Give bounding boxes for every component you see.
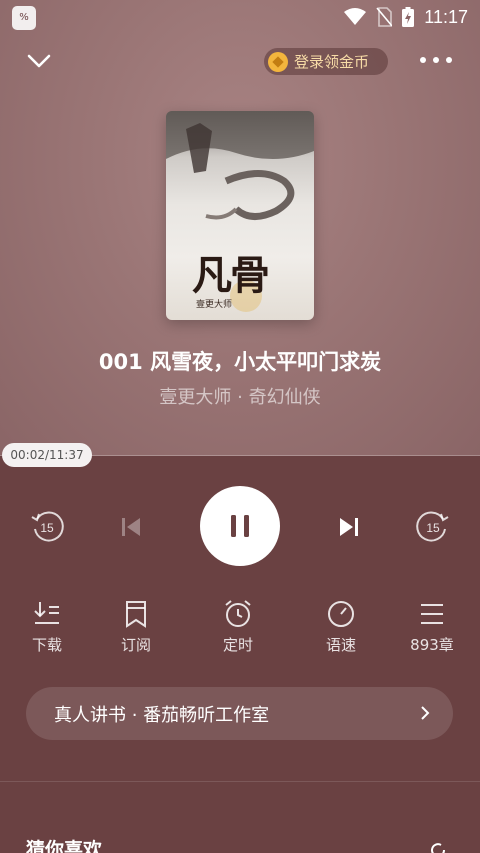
login-coins-button[interactable]: 登录领金币 bbox=[264, 48, 388, 75]
pause-icon bbox=[231, 515, 249, 537]
forward-seconds: 15 bbox=[426, 521, 440, 535]
app-notification-icon: % bbox=[12, 6, 36, 30]
more-options-icon[interactable] bbox=[420, 57, 452, 65]
chapter-count-label: 893章 bbox=[410, 636, 454, 654]
chapter-title: 001 风雪夜，小太平叩门求炭 bbox=[98, 350, 382, 374]
timer-label: 定时 bbox=[222, 636, 253, 654]
coin-icon bbox=[268, 51, 288, 72]
narrator-button[interactable]: 真人讲书 · 番茄畅听工作室 bbox=[26, 687, 453, 740]
progress-time-handle[interactable]: 00:02/11:37 bbox=[2, 443, 92, 467]
login-coins-label: 登录领金币 bbox=[294, 53, 370, 71]
speed-gauge-icon bbox=[328, 601, 354, 627]
download-icon bbox=[34, 602, 59, 624]
no-sim-icon bbox=[376, 7, 393, 27]
refresh-icon[interactable] bbox=[428, 840, 448, 853]
subscribe-button[interactable]: 订阅 bbox=[96, 598, 176, 655]
alarm-clock-icon bbox=[225, 600, 251, 627]
status-bar: % 11:17 bbox=[0, 0, 480, 34]
cover-title: 凡骨 bbox=[192, 252, 270, 299]
chapter-list-button[interactable]: 893章 bbox=[392, 598, 472, 655]
recommend-title: 猜你喜欢 bbox=[26, 839, 103, 853]
narrator-label: 真人讲书 · 番茄畅听工作室 bbox=[54, 704, 270, 726]
section-divider bbox=[0, 781, 480, 782]
wifi-icon bbox=[344, 8, 367, 25]
chevron-right-icon bbox=[421, 706, 430, 720]
status-icons: 11:17 bbox=[344, 5, 468, 29]
forward-15-icon: 15 bbox=[416, 511, 449, 542]
forward-15-button[interactable]: 15 bbox=[414, 508, 452, 546]
download-button[interactable]: 下载 bbox=[7, 598, 87, 655]
book-cover[interactable]: 凡骨 壹更大师 bbox=[166, 111, 314, 320]
chevron-down-icon[interactable] bbox=[26, 48, 52, 74]
battery-charging-icon bbox=[402, 7, 415, 27]
bookmark-icon bbox=[126, 601, 146, 628]
speed-button[interactable]: 语速 bbox=[301, 598, 381, 655]
cover-author: 壹更大师 bbox=[196, 300, 233, 310]
book-meta[interactable]: 壹更大师 · 奇幻仙侠 bbox=[0, 383, 480, 409]
progress-time: 00:02/11:37 bbox=[10, 448, 84, 462]
pause-button[interactable] bbox=[200, 486, 280, 566]
skip-next-icon bbox=[340, 518, 358, 536]
next-chapter-button[interactable] bbox=[334, 512, 364, 542]
previous-chapter-button[interactable] bbox=[116, 512, 146, 542]
speed-label: 语速 bbox=[325, 636, 356, 654]
subscribe-label: 订阅 bbox=[120, 636, 151, 654]
timer-button[interactable]: 定时 bbox=[198, 598, 278, 655]
list-icon bbox=[421, 604, 443, 624]
skip-previous-icon bbox=[122, 518, 140, 536]
clock: 11:17 bbox=[424, 6, 468, 27]
rewind-15-button[interactable]: 15 bbox=[28, 508, 66, 546]
rewind-15-icon: 15 bbox=[31, 511, 64, 542]
rewind-seconds: 15 bbox=[40, 521, 54, 535]
download-label: 下载 bbox=[31, 636, 62, 654]
